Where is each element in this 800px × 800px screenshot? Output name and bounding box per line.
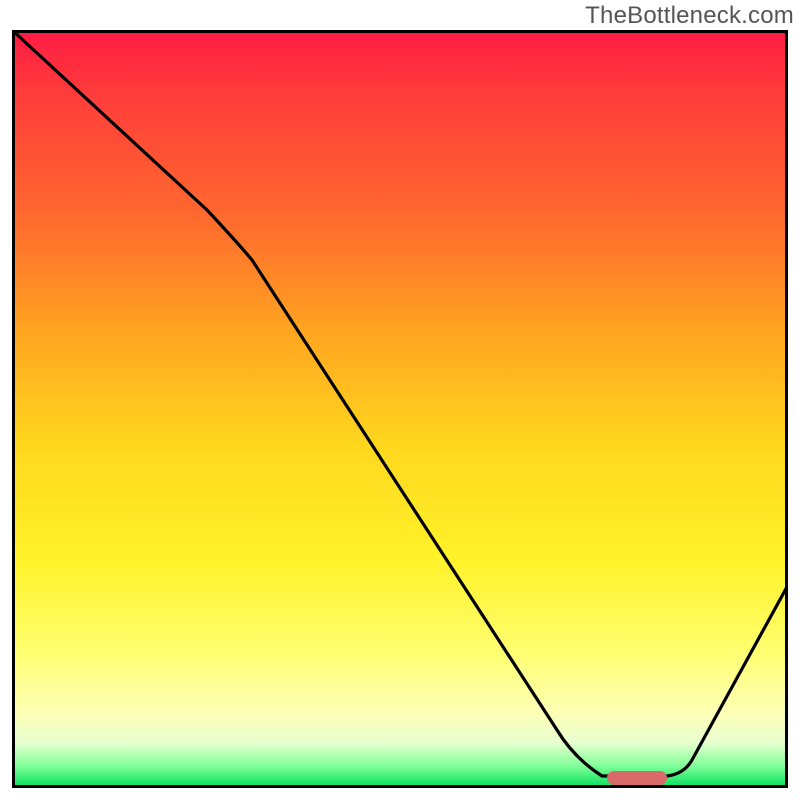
gradient-background <box>12 30 788 788</box>
plot-area <box>12 30 788 788</box>
optimum-marker <box>607 771 667 785</box>
chart-canvas: TheBottleneck.com <box>0 0 800 800</box>
watermark-label: TheBottleneck.com <box>585 2 794 30</box>
